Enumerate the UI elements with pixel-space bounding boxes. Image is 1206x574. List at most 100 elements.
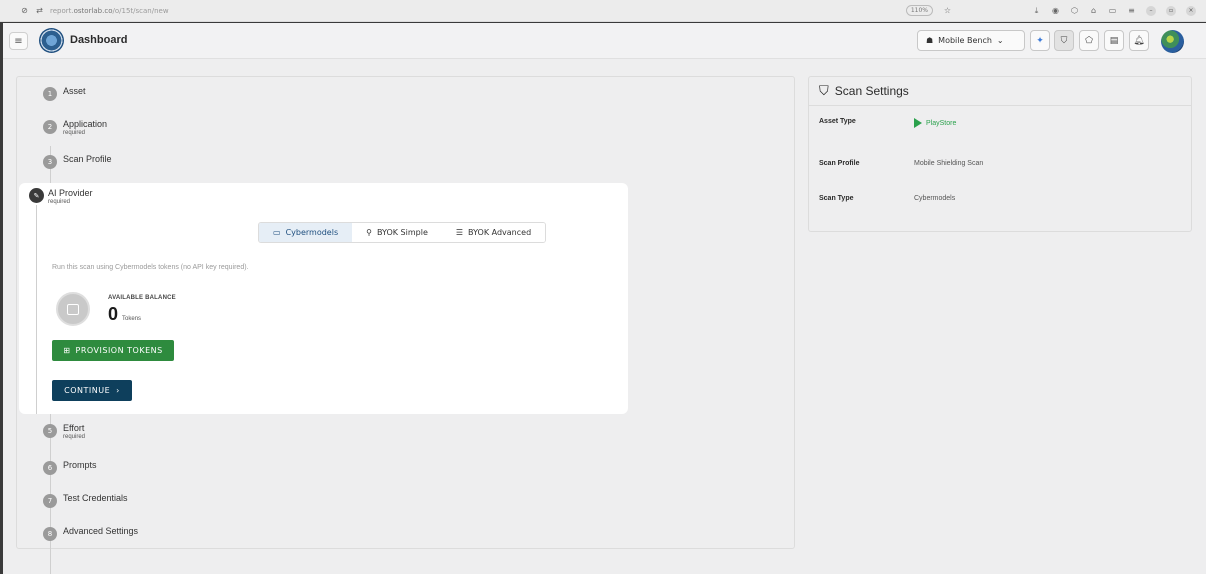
app-header: ≡ Dashboard ☗ Mobile Bench ⌄ ✦ ⛉ ⬠ ▤ 🔔︎ — [3, 23, 1206, 59]
page-title: Dashboard — [70, 34, 128, 46]
url-path: /o/15t/scan/new — [112, 6, 169, 15]
scan-settings-panel: ⛉ Scan Settings Asset Type PlayStore Sca… — [808, 76, 1192, 232]
playstore-icon — [914, 118, 922, 128]
edit-icon: ✎ — [29, 188, 44, 203]
step-ai-provider[interactable]: AI Provider required — [48, 188, 93, 206]
bench-selector[interactable]: ☗ Mobile Bench ⌄ — [917, 30, 1025, 51]
step-number: 5 — [43, 424, 57, 438]
avatar[interactable] — [1161, 30, 1184, 53]
step-number: 6 — [43, 461, 57, 475]
scan-settings-title: Scan Settings — [834, 84, 909, 98]
address-bar[interactable]: report.ostorlab.co/o/15t/scan/new — [50, 7, 169, 15]
add-tokens-icon: ⊞ — [63, 346, 71, 355]
step-required: required — [63, 130, 86, 136]
step-asset[interactable]: 1 Asset — [43, 86, 86, 101]
scan-settings-header: ⛉ Scan Settings — [809, 77, 1191, 106]
provision-label: PROVISION TOKENS — [75, 346, 163, 355]
tune-icon[interactable]: ⇄ — [35, 6, 44, 15]
step-label: Prompts — [63, 460, 97, 470]
step-scan-profile[interactable]: 3 Scan Profile — [43, 154, 112, 169]
bench-label: Mobile Bench — [938, 36, 992, 45]
step-number: 8 — [43, 527, 57, 541]
ostorlab-logo[interactable] — [39, 28, 64, 53]
step-number: 1 — [43, 87, 57, 101]
notifications-button[interactable]: 🔔︎ — [1129, 30, 1149, 51]
tab-label: BYOK Simple — [376, 228, 428, 237]
asset-type-value: PlayStore — [926, 119, 957, 127]
step-label: AI Provider — [48, 188, 93, 198]
step-application[interactable]: 2 Application required — [43, 119, 107, 137]
step-number: 7 — [43, 494, 57, 508]
site-info-icon[interactable]: ⊘ — [20, 6, 29, 15]
id-card-icon: ▤ — [1109, 35, 1119, 46]
account-icon[interactable]: ◉ — [1051, 6, 1060, 15]
id-card-button[interactable]: ▤ — [1104, 30, 1124, 51]
zoom-badge[interactable]: 110% — [905, 5, 933, 16]
settings-value: Mobile Shielding Scan — [914, 160, 984, 167]
ai-provider-card: ✎ AI Provider required ▭ Cybermodels ⚲ B… — [19, 183, 628, 414]
shield-icon: ⛉ — [1060, 35, 1068, 46]
close-icon[interactable]: × — [1186, 5, 1196, 16]
settings-value: Cybermodels — [914, 195, 956, 202]
stepper-connector — [36, 205, 37, 414]
bookmark-star-icon[interactable]: ☆ — [943, 6, 952, 15]
settings-row-scan-type: Scan Type Cybermodels — [819, 195, 955, 202]
step-advanced-settings[interactable]: 8 Advanced Settings — [43, 526, 138, 541]
shield-icon: ⛉ — [819, 83, 829, 99]
extensions-icon[interactable]: ⬡ — [1070, 6, 1079, 15]
settings-key: Scan Profile — [819, 160, 860, 167]
settings-key: Asset Type — [819, 118, 856, 125]
step-label: Test Credentials — [63, 493, 128, 503]
balance-label: AVAILABLE BALANCE — [108, 295, 176, 301]
step-number: 2 — [43, 120, 57, 134]
chevron-right-icon: › — [116, 386, 120, 395]
history-icon[interactable]: ⌂ — [1089, 6, 1098, 15]
url-prefix: report. — [50, 6, 74, 15]
card-icon: ▭ — [273, 228, 281, 237]
step-required: required — [48, 199, 71, 205]
tab-byok-advanced[interactable]: ☰ BYOK Advanced — [441, 223, 546, 242]
balance-unit: Tokens — [122, 316, 142, 322]
hamburger-icon: ≡ — [14, 35, 23, 47]
step-test-credentials[interactable]: 7 Test Credentials — [43, 493, 128, 508]
sidebar-icon[interactable]: ▭ — [1108, 6, 1117, 15]
balance-number: 0 — [108, 304, 119, 324]
settings-row-asset-type: Asset Type PlayStore — [819, 118, 956, 128]
sliders-icon: ☰ — [455, 228, 464, 237]
wallet-icon — [56, 292, 90, 326]
download-icon[interactable]: ⤓ — [1032, 6, 1041, 15]
tab-cybermodels[interactable]: ▭ Cybermodels — [259, 223, 353, 242]
provider-tabs: ▭ Cybermodels ⚲ BYOK Simple ☰ BYOK Advan… — [258, 222, 547, 243]
step-label: Asset — [63, 86, 86, 96]
team-icon: ☗ — [926, 36, 934, 45]
plug-icon: ⚲ — [366, 228, 372, 237]
provision-tokens-button[interactable]: ⊞ PROVISION TOKENS — [52, 340, 174, 361]
chevron-down-icon: ⌄ — [996, 36, 1004, 45]
shield-scan-button[interactable]: ⛉ — [1054, 30, 1074, 51]
tab-byok-simple[interactable]: ⚲ BYOK Simple — [352, 223, 442, 242]
maximize-icon[interactable]: ▫ — [1166, 5, 1176, 16]
browser-menu-icon[interactable]: ≡ — [1127, 6, 1136, 15]
menu-button[interactable]: ≡ — [9, 32, 28, 50]
ai-assistant-button[interactable]: ✦ — [1030, 30, 1050, 51]
balance-value: 0 Tokens — [108, 304, 141, 325]
step-effort[interactable]: 5 Effort required — [43, 423, 85, 441]
step-label: Application — [63, 119, 108, 129]
step-number: 3 — [43, 155, 57, 169]
shield-outline-icon: ⬠ — [1085, 35, 1093, 46]
step-label: Advanced Settings — [63, 526, 139, 536]
settings-row-scan-profile: Scan Profile Mobile Shielding Scan — [819, 160, 983, 167]
settings-value: PlayStore — [914, 118, 956, 128]
sparkle-icon: ✦ — [1036, 35, 1044, 46]
bell-icon: 🔔︎ — [1133, 35, 1145, 46]
minimize-icon[interactable]: – — [1146, 5, 1156, 16]
security-button[interactable]: ⬠ — [1079, 30, 1099, 51]
step-label: Scan Profile — [63, 154, 112, 164]
continue-label: CONTINUE — [64, 386, 111, 395]
provider-description: Run this scan using Cybermodels tokens (… — [52, 264, 249, 271]
continue-button[interactable]: CONTINUE › — [52, 380, 132, 401]
step-prompts[interactable]: 6 Prompts — [43, 460, 97, 475]
tab-label: BYOK Advanced — [468, 228, 532, 237]
tab-label: Cybermodels — [285, 228, 339, 237]
browser-toolbar: ⊘ ⇄ report.ostorlab.co/o/15t/scan/new 11… — [0, 0, 1206, 22]
